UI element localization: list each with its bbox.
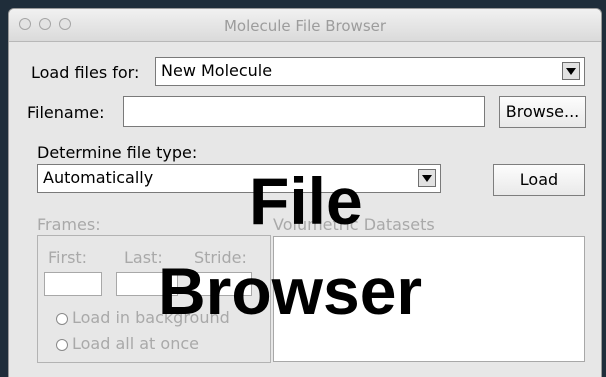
load-files-for-label: Load files for: — [31, 63, 140, 82]
load-all-at-once-radio[interactable] — [56, 339, 68, 351]
load-all-at-once-label: Load all at once — [72, 334, 199, 353]
frames-group-label: Frames: — [37, 215, 101, 234]
load-button[interactable]: Load — [493, 164, 585, 196]
window-title: Molecule File Browser — [223, 17, 387, 35]
load-files-for-selected: New Molecule — [161, 61, 273, 80]
last-label: Last: — [124, 248, 163, 267]
file-type-dropdown[interactable]: Automatically — [37, 164, 441, 193]
first-frame-input[interactable] — [44, 272, 102, 296]
title-bar: Molecule File Browser — [9, 9, 601, 42]
load-in-background-radio[interactable] — [56, 313, 68, 325]
chevron-down-icon — [418, 169, 436, 187]
file-type-selected: Automatically — [43, 168, 154, 187]
chevron-down-icon — [562, 62, 580, 80]
filename-label: Filename: — [27, 103, 105, 122]
overlay-title-line2: Browser — [158, 254, 423, 328]
file-type-label: Determine file type: — [37, 143, 198, 162]
first-label: First: — [48, 248, 88, 267]
browse-button[interactable]: Browse... — [499, 96, 586, 128]
filename-input[interactable] — [123, 96, 485, 127]
overlay-title-line1: File — [249, 164, 363, 238]
load-files-for-dropdown[interactable]: New Molecule — [155, 57, 585, 86]
